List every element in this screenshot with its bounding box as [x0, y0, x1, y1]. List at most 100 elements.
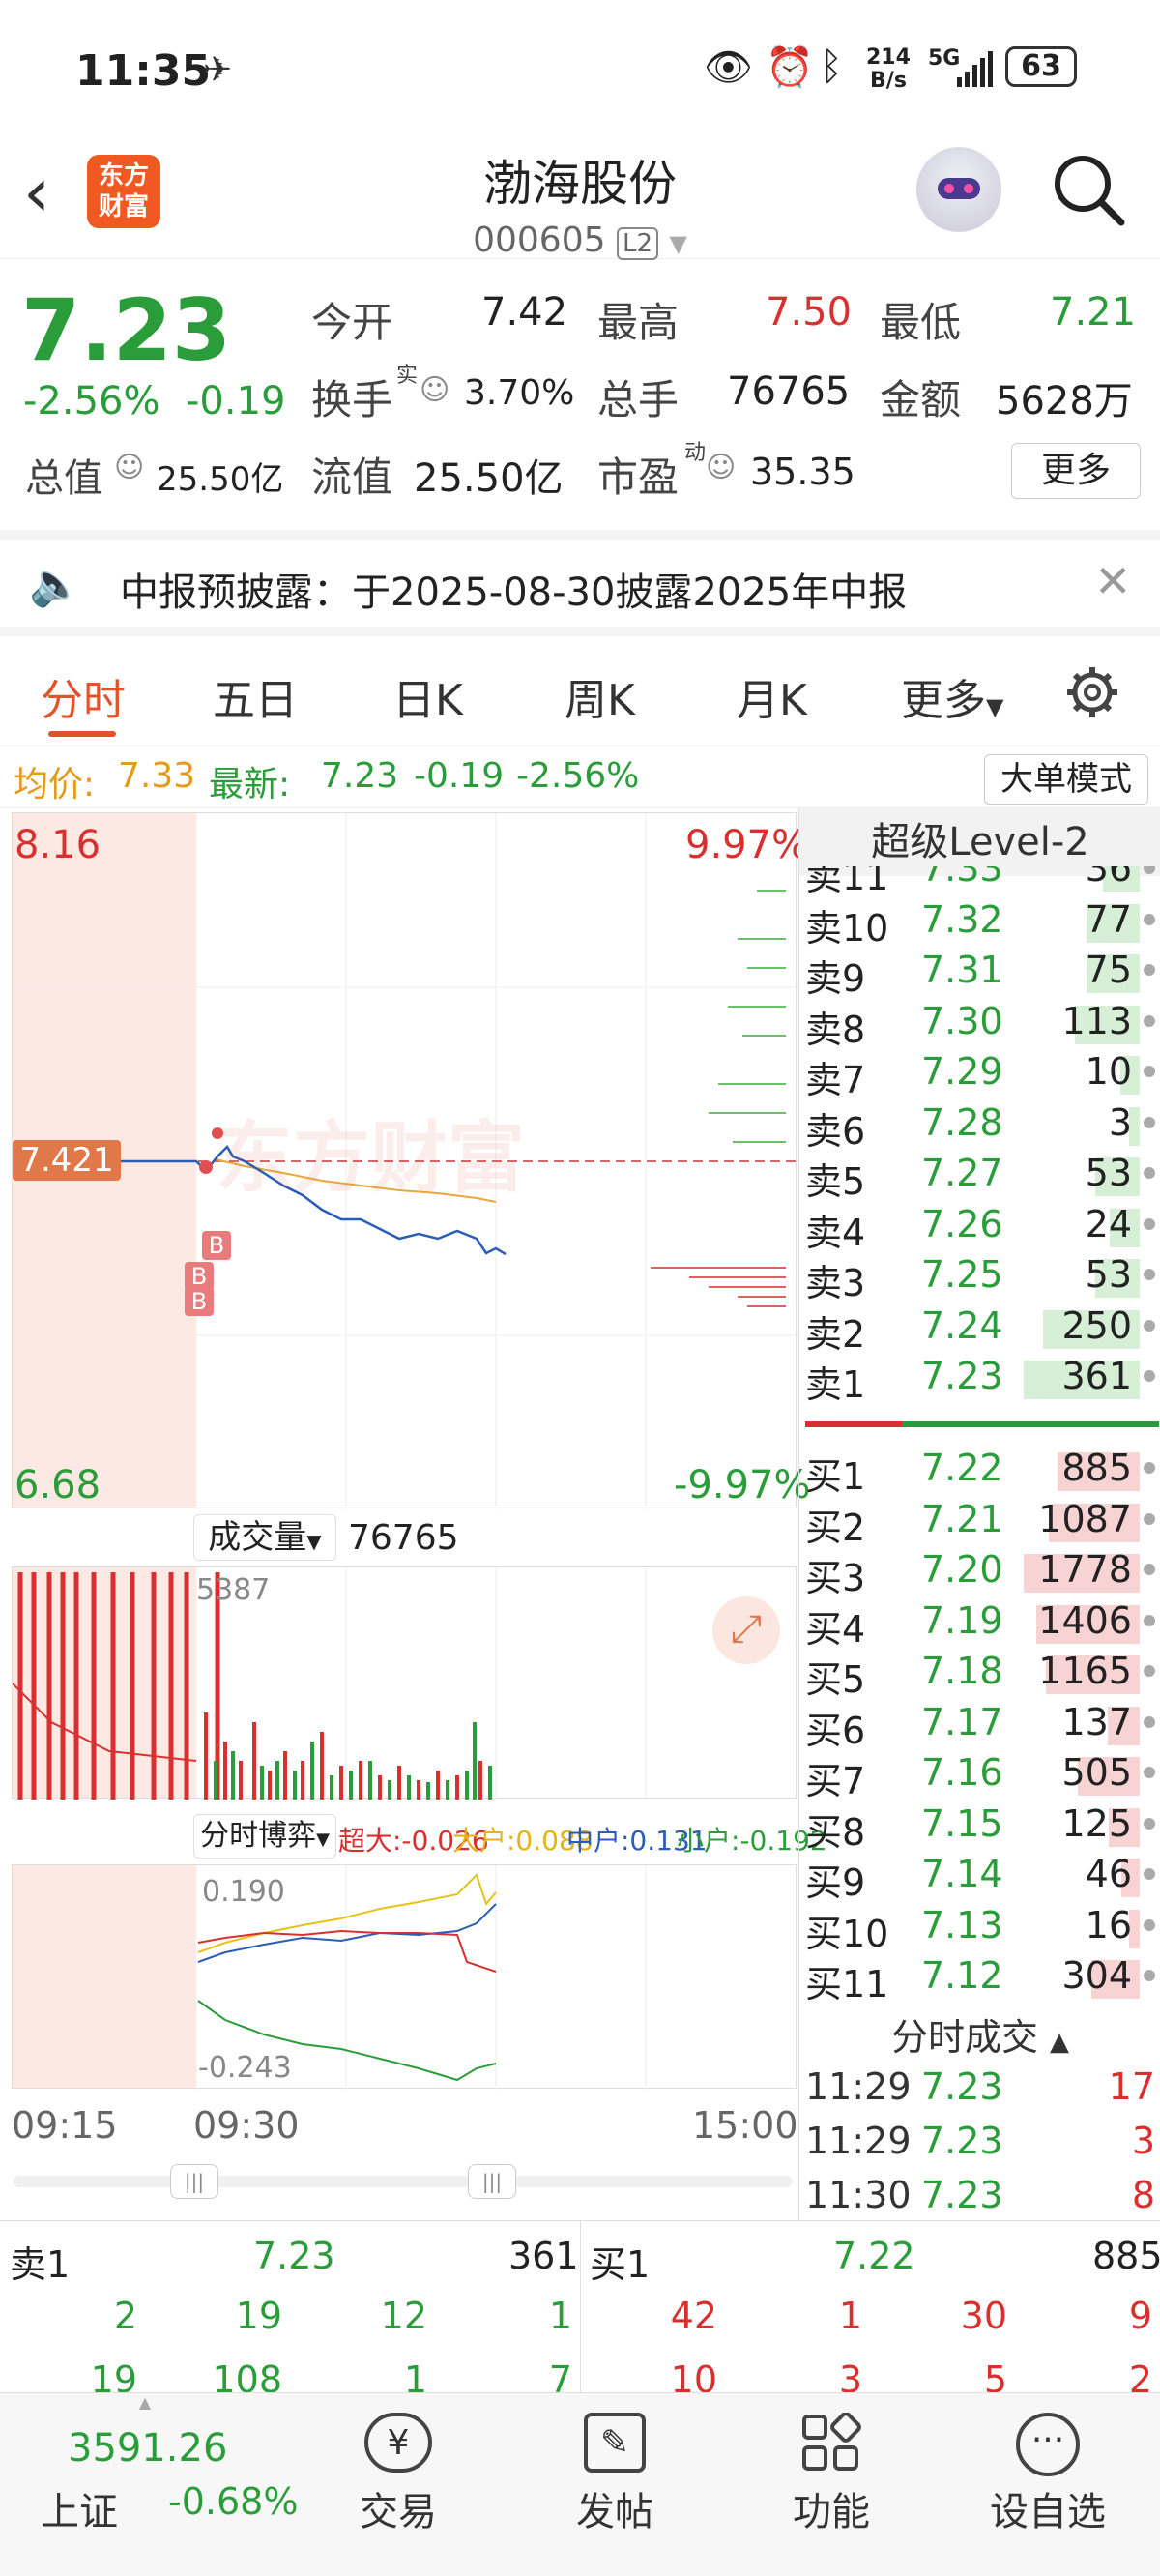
add-watchlist-button[interactable]: ··· 设自选: [961, 2413, 1135, 2536]
ask-row[interactable]: 卖9 7.31 75: [799, 949, 1160, 1000]
ask-row[interactable]: 卖3 7.25 53: [799, 1253, 1160, 1304]
range-slider-track[interactable]: [14, 2176, 793, 2187]
tab-daily-k[interactable]: 日K: [392, 665, 463, 727]
search-icon[interactable]: [1050, 151, 1127, 228]
bid-row[interactable]: 买5 7.18 1165: [799, 1650, 1160, 1701]
trades-title[interactable]: 分时成交 ▲: [799, 2007, 1160, 2065]
info-icon[interactable]: ☺: [114, 451, 144, 484]
low-value: 7.21: [1050, 290, 1137, 335]
queue-order-size: 9: [1128, 2295, 1152, 2337]
volume-chart[interactable]: 5387 ⤢: [12, 1566, 797, 1800]
tab-intraday[interactable]: 分时: [41, 665, 126, 727]
trade-time: 11:29: [805, 2065, 912, 2108]
index-value[interactable]: 3591.26: [68, 2426, 227, 2471]
ask-row[interactable]: 卖6 7.28 3: [799, 1100, 1160, 1153]
game-selector-label: 分时博弈: [200, 1819, 317, 1853]
status-time: 11:35: [75, 46, 212, 96]
app-logo[interactable]: 东方 财富: [87, 155, 160, 228]
chevron-up-icon[interactable]: ▲: [135, 2393, 155, 2412]
game-selector[interactable]: 分时博弈▼: [193, 1814, 336, 1859]
order-queue: 卖1 7.23 361 买1 7.22 885 2 19 12 1 19 108 1 7 42…: [0, 2220, 1160, 2401]
order-level: 卖5: [805, 1160, 866, 1203]
order-volume: 3: [1108, 1100, 1132, 1144]
stock-name: 渤海股份: [483, 156, 677, 212]
volume-selector[interactable]: 成交量▼: [193, 1514, 336, 1561]
stock-title-block[interactable]: 渤海股份 000605 L2 ▼: [387, 145, 773, 260]
bid-row[interactable]: 买7 7.16 505: [799, 1751, 1160, 1802]
index-pct: -0.68%: [168, 2480, 299, 2523]
order-level: 买2: [805, 1506, 866, 1549]
ask-row[interactable]: 卖2 7.24 250: [799, 1304, 1160, 1356]
range-slider-right-handle[interactable]: |||: [468, 2164, 516, 2199]
bid-row[interactable]: 买8 7.15 125: [799, 1802, 1160, 1854]
flow-bottom-value: -0.243: [198, 2051, 292, 2085]
bid-row[interactable]: 买4 7.19 1406: [799, 1598, 1160, 1651]
level-badge: L2: [616, 227, 658, 260]
ask-row[interactable]: 卖7 7.29 10: [799, 1050, 1160, 1101]
bid-row[interactable]: 买9 7.14 46: [799, 1853, 1160, 1904]
queue-order-size: 1: [548, 2295, 572, 2337]
order-level: 买9: [805, 1861, 866, 1904]
bid-row[interactable]: 买10 7.13 16: [799, 1903, 1160, 1955]
ask-row[interactable]: 卖4 7.26 24: [799, 1203, 1160, 1254]
order-dot-icon: [1144, 1970, 1155, 1981]
functions-button[interactable]: 功能: [744, 2412, 918, 2536]
ask-row[interactable]: 卖8 7.30 113: [799, 1000, 1160, 1051]
chevron-down-icon: ▼: [316, 1830, 330, 1850]
bid-row[interactable]: 买11 7.12 304: [799, 1954, 1160, 2005]
watermark: 东方财富: [216, 1113, 525, 1203]
last-price: 7.23: [21, 280, 232, 380]
change-pct: -2.56%: [23, 379, 160, 424]
order-dot-icon: [1144, 1217, 1155, 1230]
intraday-price-chart[interactable]: 东方财富 8.16 9.97% 6.68 -9.97% 7.421 B B B: [12, 812, 811, 1509]
order-volume: 361: [1061, 1355, 1132, 1397]
order-dot-icon: [1144, 1167, 1155, 1179]
big-order-mode-button[interactable]: 大单模式: [984, 754, 1148, 805]
tab-more[interactable]: 更多▼: [901, 665, 1003, 727]
signal-icon: [928, 48, 996, 87]
robot-assistant-avatar[interactable]: [916, 147, 1001, 232]
order-dot-icon: [1144, 1014, 1155, 1027]
open-value: 7.42: [481, 290, 568, 335]
order-volume: 1406: [1038, 1598, 1132, 1642]
info-icon[interactable]: ☺: [420, 373, 450, 407]
order-volume: 1087: [1038, 1497, 1132, 1540]
tab-weekly-k[interactable]: 周K: [565, 665, 635, 727]
tab-monthly-k[interactable]: 月K: [737, 665, 807, 727]
order-volume: 16: [1085, 1903, 1132, 1947]
chevron-down-icon: ▼: [986, 693, 1004, 720]
ask-row[interactable]: 卖5 7.27 53: [799, 1152, 1160, 1203]
bid-row[interactable]: 买2 7.21 1087: [799, 1497, 1160, 1549]
ask-row[interactable]: 卖11 7.33 36: [799, 866, 1160, 898]
trade-button[interactable]: ¥ 交易: [311, 2413, 485, 2536]
close-icon[interactable]: ✕: [1094, 555, 1132, 607]
tab-five-day[interactable]: 五日: [213, 665, 298, 727]
money-flow-chart[interactable]: 0.190 -0.243: [12, 1864, 797, 2090]
post-button[interactable]: ✎ 发帖: [528, 2413, 702, 2536]
bid-row[interactable]: 买6 7.17 137: [799, 1701, 1160, 1752]
order-price: 7.28: [921, 1100, 1003, 1144]
index-name[interactable]: 上证: [41, 2480, 118, 2536]
ask-row[interactable]: 卖1 7.23 361: [799, 1355, 1160, 1406]
bid-row[interactable]: 买3 7.20 1778: [799, 1548, 1160, 1599]
expand-icon[interactable]: ⤢: [712, 1596, 780, 1664]
order-dot-icon: [1144, 913, 1155, 925]
queue-ask-label: 卖1: [10, 2243, 71, 2286]
bluetooth-icon: ᛒ: [820, 44, 843, 89]
ask-row[interactable]: 卖10 7.32 77: [799, 898, 1160, 950]
trade-time: 11:29: [805, 2120, 912, 2162]
bid-row[interactable]: 买1 7.22 885: [799, 1447, 1160, 1498]
buy-marker: B: [202, 1231, 231, 1260]
functions-label: 功能: [793, 2490, 870, 2534]
info-icon[interactable]: ☺: [706, 451, 736, 484]
announcement-banner[interactable]: 🔈 中报预披露：于2025-08-30披露2025年中报 ✕: [0, 530, 1160, 636]
settings-gear-icon[interactable]: [1063, 663, 1121, 721]
average-price-bar: 均价: 7.33 最新: 7.23 -0.19 -2.56% 大单模式: [0, 746, 1160, 808]
open-label: 今开: [311, 299, 393, 346]
order-level: 卖3: [805, 1262, 866, 1304]
more-quote-button[interactable]: 更多: [1011, 443, 1141, 499]
ask-list: 卖11 7.33 36 卖10 7.32 77 卖9 7.31 75 卖8 7.30 113 卖7 7.2…: [799, 866, 1160, 1418]
amount-label: 金额: [880, 376, 962, 424]
range-slider-left-handle[interactable]: |||: [170, 2164, 218, 2199]
back-icon[interactable]: ‹: [23, 153, 50, 232]
